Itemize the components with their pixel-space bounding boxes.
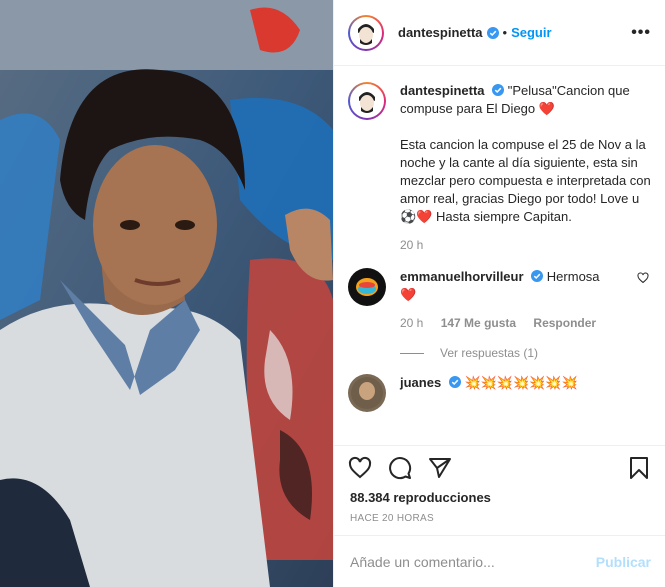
replies-line — [400, 352, 424, 354]
share-icon[interactable] — [428, 456, 452, 480]
instagram-post: dantespinetta • Seguir ••• dantespinetta… — [0, 0, 665, 587]
author-username[interactable]: dantespinetta — [398, 25, 483, 40]
post-header: dantespinetta • Seguir ••• — [334, 0, 665, 66]
follow-button[interactable]: Seguir — [511, 25, 551, 40]
comment: emmanuelhorvilleur Hermosa ❤️ 20 h 147 M… — [348, 268, 651, 332]
commenter-avatar[interactable] — [348, 268, 386, 306]
comment: juanes 💥💥💥💥💥💥💥 — [348, 374, 651, 412]
view-replies-label: Ver respuestas (1) — [440, 346, 539, 360]
comment-likes[interactable]: 147 Me gusta — [441, 316, 516, 330]
reply-button[interactable]: Responder — [533, 316, 596, 330]
avatar-illustration — [353, 87, 381, 115]
caption-author-avatar[interactable] — [348, 82, 386, 120]
avatar-illustration — [352, 18, 380, 47]
more-options-icon[interactable]: ••• — [631, 24, 651, 42]
commenter-avatar[interactable] — [348, 374, 386, 412]
verified-badge-icon — [448, 376, 461, 388]
comment-body: emmanuelhorvilleur Hermosa ❤️ 20 h 147 M… — [400, 268, 651, 332]
caption-text-line3: Hasta siempre Capitan. — [436, 209, 572, 224]
commenter-username[interactable]: juanes — [400, 375, 441, 390]
post-video[interactable] — [0, 0, 333, 587]
post-actions — [334, 446, 665, 490]
post-timestamp: HACE 20 HORAS — [350, 513, 434, 524]
commenter-username[interactable]: emmanuelhorvilleur — [400, 269, 524, 284]
like-comment-icon[interactable] — [637, 272, 649, 284]
video-frame-image — [0, 0, 333, 587]
save-bookmark-icon[interactable] — [627, 456, 651, 480]
view-count[interactable]: 88.384 reproducciones — [334, 490, 665, 505]
view-replies-button[interactable]: Ver respuestas (1) — [400, 346, 651, 360]
comment-icon[interactable] — [388, 456, 412, 480]
comment-input[interactable] — [348, 552, 596, 571]
add-comment-bar: Publicar — [334, 535, 665, 587]
caption-text-line2: Esta cancion la compuse el 25 de Nov a l… — [400, 137, 651, 206]
caption: dantespinetta "Pelusa"Cancion que compus… — [348, 82, 651, 254]
heart-emoji: ❤️ — [538, 101, 555, 116]
verified-badge-icon — [486, 26, 499, 39]
post-details-panel: dantespinetta • Seguir ••• dantespinetta… — [333, 0, 665, 587]
comment-body: juanes 💥💥💥💥💥💥💥 — [400, 374, 651, 412]
separator-dot: • — [502, 25, 508, 40]
verified-badge-icon — [531, 270, 544, 282]
comments-section: dantespinetta "Pelusa"Cancion que compus… — [334, 66, 665, 446]
heart-emoji: ❤️ — [400, 287, 417, 302]
comment-text: Hermosa — [546, 269, 600, 284]
caption-body: dantespinetta "Pelusa"Cancion que compus… — [400, 82, 651, 254]
caption-time[interactable]: 20 h — [400, 238, 423, 252]
comment-time[interactable]: 20 h — [400, 316, 423, 330]
author-avatar[interactable] — [348, 14, 384, 51]
caption-username[interactable]: dantespinetta — [400, 83, 485, 98]
heart-emoji: ❤️ — [416, 209, 433, 224]
like-heart-icon[interactable] — [348, 456, 372, 480]
comment-text: 💥💥💥💥💥💥💥 — [464, 375, 578, 390]
soccer-ball-emoji: ⚽ — [400, 209, 417, 224]
avatar-illustration — [351, 377, 383, 409]
publish-button[interactable]: Publicar — [596, 554, 651, 570]
verified-badge-icon — [492, 84, 505, 96]
avatar-illustration — [351, 271, 383, 303]
